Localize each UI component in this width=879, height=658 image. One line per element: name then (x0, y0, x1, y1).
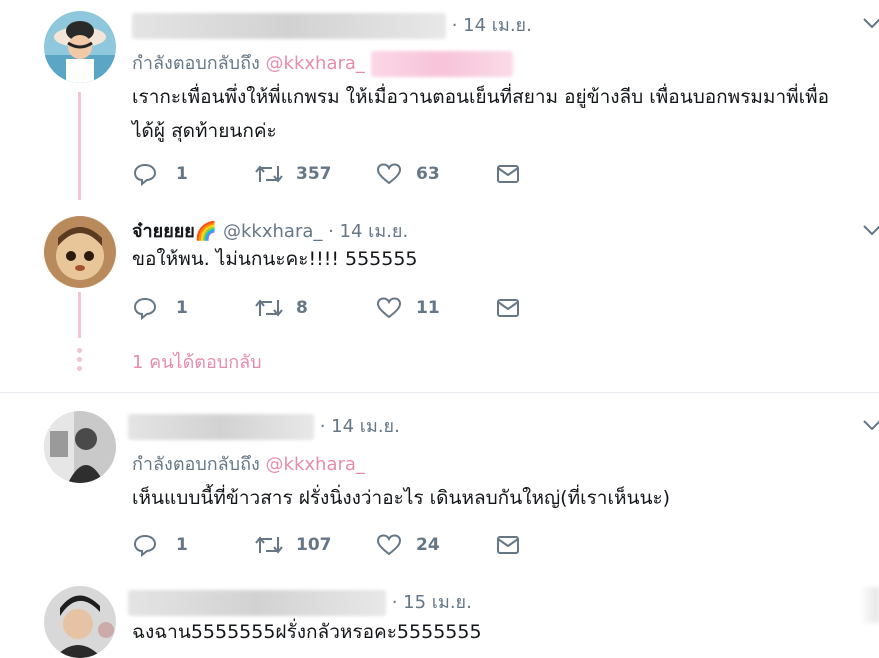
like-icon (376, 163, 402, 185)
author-handle[interactable]: @kkxhara_ (223, 221, 322, 242)
direct-message-button[interactable] (496, 529, 520, 561)
replying-to: กำลังตอบกลับถึง @kkxhara_ (132, 48, 513, 77)
direct-message-button[interactable] (496, 158, 520, 190)
avatar[interactable] (44, 216, 116, 288)
retweet-icon (255, 165, 283, 183)
author-name[interactable]: จ๋ายยยย🌈 (132, 221, 217, 242)
reply-icon (133, 534, 157, 557)
reply-icon (133, 297, 157, 320)
reply-count: 1 (176, 535, 188, 555)
message-icon (497, 299, 519, 317)
reply-count: 1 (176, 298, 188, 318)
tweet[interactable]: · 14 เม.ย. กำลังตอบกลับถึง @kkxhara_ เห็… (0, 393, 879, 583)
blurred-mention (370, 51, 513, 77)
tweet-text: ฉงฉาน5555555ฝรั่งกลัวหรอคะ5555555 (132, 621, 482, 643)
blurred-author-name (128, 414, 314, 440)
reply-button[interactable]: 1 (132, 292, 188, 324)
show-more-replies-link[interactable]: 1 คนได้ตอบกลับ (132, 347, 262, 376)
tweet-header: จ๋ายยยย🌈 @kkxhara_ · 14 เม.ย. (132, 216, 408, 245)
tweet[interactable]: จ๋ายยยย🌈 @kkxhara_ · 14 เม.ย. ขอให้พน. ไ… (0, 200, 879, 390)
tweet-header: · 15 เม.ย. (128, 587, 472, 616)
tweet[interactable]: · 14 เม.ย. กำลังตอบกลับถึง @kkxhara_ เรา… (0, 0, 879, 200)
tweet[interactable]: · 15 เม.ย. ฉงฉาน5555555ฝรั่งกลัวหรอคะ555… (0, 583, 879, 658)
tweet-actions: 1 8 11 (132, 292, 552, 324)
tweet-actions: 1 107 24 (132, 529, 552, 561)
retweet-count: 107 (296, 535, 332, 555)
tweet-date[interactable]: · 14 เม.ย. (328, 221, 408, 242)
retweet-icon (255, 299, 283, 317)
avatar[interactable] (44, 411, 116, 483)
message-icon (497, 536, 519, 554)
blurred-author-name (132, 13, 446, 39)
direct-message-button[interactable] (496, 292, 520, 324)
reply-button[interactable]: 1 (132, 529, 188, 561)
tweet-date[interactable]: · 15 เม.ย. (392, 592, 472, 613)
reply-button[interactable]: 1 (132, 158, 188, 190)
tweet-date[interactable]: · 14 เม.ย. (320, 416, 400, 437)
like-button[interactable]: 11 (376, 292, 440, 324)
mention-link[interactable]: @kkxhara_ (266, 53, 365, 74)
avatar[interactable] (44, 11, 116, 83)
like-count: 11 (416, 298, 440, 318)
like-button[interactable]: 24 (376, 529, 440, 561)
retweet-button[interactable]: 357 (254, 158, 332, 190)
chevron-down-icon[interactable] (862, 16, 879, 30)
reply-count: 1 (176, 164, 188, 184)
avatar[interactable] (44, 586, 116, 658)
retweet-icon (255, 536, 283, 554)
blurred-image-edge (860, 587, 879, 623)
blurred-author-name (128, 590, 386, 616)
mention-link[interactable]: @kkxhara_ (266, 454, 365, 475)
replying-to: กำลังตอบกลับถึง @kkxhara_ (132, 449, 365, 478)
retweet-button[interactable]: 107 (254, 529, 332, 561)
retweet-count: 8 (296, 298, 308, 318)
tweet-text-line: ได้ผู้ สุดท้ายนกค่ะ (132, 120, 277, 142)
tweet-header: · 14 เม.ย. (132, 10, 532, 39)
chevron-down-icon[interactable] (862, 418, 879, 432)
like-count: 63 (416, 164, 440, 184)
reply-icon (133, 163, 157, 186)
tweet-date[interactable]: · 14 เม.ย. (452, 15, 532, 36)
like-icon (376, 534, 402, 556)
replying-to-label: กำลังตอบกลับถึง (132, 454, 260, 475)
retweet-button[interactable]: 8 (254, 292, 308, 324)
tweet-text: เห็นแบบนี้ที่ข้าวสาร ฝรั่งนิ่งงว่าอะไร เ… (132, 487, 671, 509)
like-icon (376, 297, 402, 319)
message-icon (497, 165, 519, 183)
tweet-text: เรากะเพื่อนพึ่งให้พี่แกพรม ให้เมื่อวานตอ… (132, 80, 877, 148)
replying-to-label: กำลังตอบกลับถึง (132, 53, 260, 74)
tweet-text-line: เรากะเพื่อนพึ่งให้พี่แกพรม ให้เมื่อวานตอ… (132, 86, 830, 108)
chevron-down-icon[interactable] (862, 223, 879, 237)
tweet-header: · 14 เม.ย. (128, 411, 400, 440)
retweet-count: 357 (296, 164, 332, 184)
tweet-actions: 1 357 63 (132, 158, 552, 190)
tweet-text: ขอให้พน. ไม่นกนะคะ!!!! 555555 (132, 248, 418, 270)
like-button[interactable]: 63 (376, 158, 440, 190)
like-count: 24 (416, 535, 440, 555)
